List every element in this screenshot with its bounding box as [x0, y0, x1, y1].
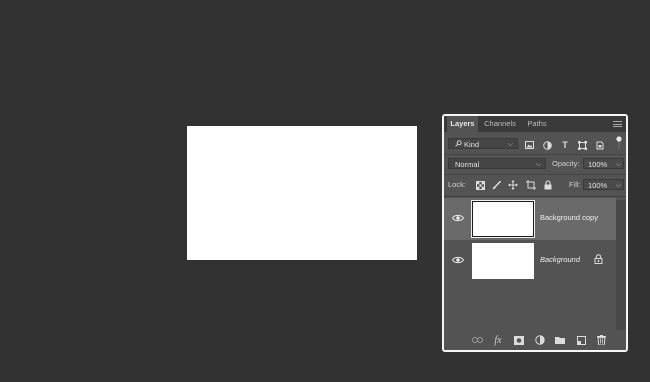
mask-icon[interactable]: [513, 334, 525, 346]
opacity-label: Opacity:: [552, 159, 580, 168]
shape-filter-icon[interactable]: [576, 139, 588, 151]
chevron-down-icon: ⌵: [535, 161, 541, 168]
eye-icon[interactable]: [451, 213, 465, 223]
filter-toggle-icon[interactable]: [613, 136, 625, 149]
lock-pixels-brush-icon[interactable]: [490, 179, 502, 191]
search-icon: [455, 139, 462, 150]
chevron-down-icon: ⌵: [507, 141, 513, 148]
lock-label: Lock:: [448, 180, 466, 189]
divider: [444, 174, 626, 175]
layer-thumbnail: [472, 243, 534, 279]
panel-menu-icon[interactable]: [613, 121, 622, 127]
lock-artboard-icon[interactable]: [525, 179, 537, 191]
lock-icon[interactable]: [594, 254, 604, 264]
panel-tab-bar: Layers Channels Paths: [444, 116, 626, 132]
layer-row-background-copy[interactable]: Background copy: [444, 198, 616, 240]
layers-panel: Layers Channels Paths Kind ⌵ T Normal ⌵ …: [442, 114, 628, 352]
smart-object-filter-icon[interactable]: [594, 139, 606, 151]
layer-thumbnail: [471, 200, 535, 238]
fill-field[interactable]: 100% ⌵: [583, 179, 624, 190]
fill-value: 100%: [588, 181, 608, 190]
adjustment-layer-icon[interactable]: [534, 334, 546, 346]
image-filter-icon[interactable]: [523, 139, 535, 151]
divider: [444, 154, 626, 155]
folder-icon[interactable]: [554, 334, 566, 346]
filter-row: Kind ⌵ T: [444, 136, 626, 151]
lock-position-move-icon[interactable]: [507, 179, 519, 191]
filter-kind-select[interactable]: Kind ⌵: [448, 138, 518, 149]
blend-mode-select[interactable]: Normal ⌵: [448, 158, 546, 169]
divider: [444, 196, 626, 197]
type-filter-icon[interactable]: T: [559, 139, 571, 151]
fill-label: Fill:: [569, 180, 581, 189]
filter-kind-label: Kind: [464, 140, 480, 149]
layer-name: Background copy: [540, 213, 598, 222]
new-layer-icon[interactable]: [575, 334, 587, 346]
lock-row: Lock: Fill: 100% ⌵: [444, 178, 626, 192]
chevron-down-icon: ⌵: [615, 161, 621, 168]
tab-layers[interactable]: Layers: [447, 116, 478, 132]
opacity-field[interactable]: 100% ⌵: [583, 158, 624, 169]
lock-transparency-icon[interactable]: [474, 179, 486, 191]
trash-icon[interactable]: [595, 334, 607, 346]
chevron-down-icon: ⌵: [615, 182, 621, 189]
layer-row-background[interactable]: Background: [444, 240, 616, 282]
tab-paths[interactable]: Paths: [522, 116, 552, 132]
fx-icon[interactable]: fx: [492, 334, 504, 346]
opacity-value: 100%: [588, 160, 608, 169]
layer-name: Background: [540, 255, 581, 264]
eye-icon[interactable]: [451, 255, 465, 265]
document-canvas[interactable]: [187, 126, 417, 260]
tab-channels[interactable]: Channels: [480, 116, 520, 132]
blend-row: Normal ⌵ Opacity: 100% ⌵: [444, 157, 626, 171]
layers-scrollbar[interactable]: [616, 200, 626, 330]
adjustment-filter-icon[interactable]: [541, 139, 553, 151]
blend-mode-value: Normal: [455, 160, 480, 169]
lock-all-icon[interactable]: [542, 179, 554, 191]
link-layers-icon[interactable]: [471, 334, 483, 346]
panel-bottom-bar: fx: [444, 330, 626, 350]
